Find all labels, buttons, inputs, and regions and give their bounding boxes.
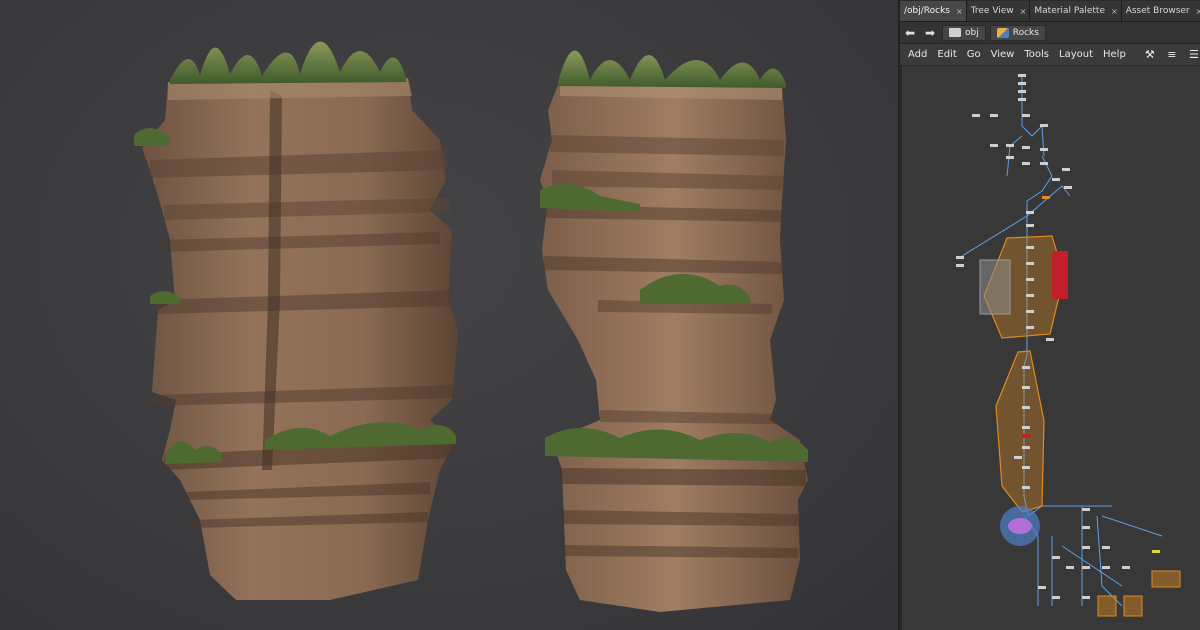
- tab-label: Material Palette: [1034, 6, 1105, 16]
- network-box-3: [1097, 595, 1117, 617]
- geometry-object-icon: [996, 27, 1009, 38]
- breadcrumb-obj[interactable]: obj: [942, 24, 986, 41]
- purple-node: [1008, 518, 1032, 534]
- menu-edit[interactable]: Edit: [937, 49, 956, 60]
- menu-view[interactable]: View: [991, 49, 1015, 60]
- breadcrumb-rocks[interactable]: Rocks: [989, 24, 1046, 41]
- wrench-icon[interactable]: ⚒: [1144, 48, 1156, 61]
- close-icon[interactable]: ×: [1020, 7, 1027, 16]
- tab-label: Tree View: [970, 6, 1014, 16]
- tab-label: Asset Browser: [1125, 6, 1190, 16]
- left-rock-pillar: [134, 41, 458, 600]
- menu-layout[interactable]: Layout: [1059, 49, 1093, 60]
- tree-icon[interactable]: ≡: [1166, 48, 1178, 61]
- pane-tab-bar: /obj/Rocks × Tree View × Material Palett…: [900, 0, 1200, 22]
- node-network-graph[interactable]: [900, 66, 1200, 630]
- red-node-group: [1052, 251, 1068, 299]
- close-icon[interactable]: ×: [956, 7, 963, 16]
- close-icon[interactable]: ×: [1111, 7, 1118, 16]
- menu-help[interactable]: Help: [1103, 49, 1126, 60]
- forward-arrow-icon[interactable]: ➡: [922, 25, 938, 41]
- menu-add[interactable]: Add: [908, 49, 927, 60]
- tab-asset-browser[interactable]: Asset Browser ×: [1121, 1, 1200, 21]
- tab-obj-rocks[interactable]: /obj/Rocks ×: [900, 1, 967, 21]
- breadcrumb-label: obj: [965, 27, 979, 38]
- close-icon[interactable]: ×: [1196, 7, 1200, 16]
- menu-bar: Add Edit Go View Tools Layout Help ⚒ ≡ ☰: [900, 44, 1200, 66]
- rock-render: [134, 41, 808, 612]
- path-bar: ⬅ ➡ obj Rocks: [900, 22, 1200, 44]
- network-box-4: [1123, 595, 1143, 617]
- list-icon[interactable]: ☰: [1188, 48, 1200, 61]
- yellow-node: [1152, 550, 1160, 553]
- back-arrow-icon[interactable]: ⬅: [902, 25, 918, 41]
- sticky-note: [979, 259, 1011, 315]
- tab-material-palette[interactable]: Material Palette ×: [1030, 1, 1122, 21]
- breadcrumb-label: Rocks: [1012, 27, 1039, 38]
- node-wires: [961, 76, 1163, 607]
- network-editor-panel: /obj/Rocks × Tree View × Material Palett…: [898, 0, 1200, 630]
- orange-node: [1042, 196, 1050, 199]
- node-stubs: [956, 74, 1130, 599]
- 3d-viewport[interactable]: [0, 0, 898, 630]
- node-graph-canvas: [956, 74, 1181, 617]
- network-box-5: [1151, 570, 1181, 588]
- folder-icon: [949, 28, 961, 37]
- menu-go[interactable]: Go: [967, 49, 981, 60]
- menu-tools[interactable]: Tools: [1024, 49, 1049, 60]
- red-node: [1022, 434, 1030, 438]
- right-rock-pillar: [540, 50, 808, 612]
- tab-tree-view[interactable]: Tree View ×: [966, 1, 1031, 21]
- network-box-2: [995, 350, 1045, 513]
- tab-label: /obj/Rocks: [904, 6, 950, 16]
